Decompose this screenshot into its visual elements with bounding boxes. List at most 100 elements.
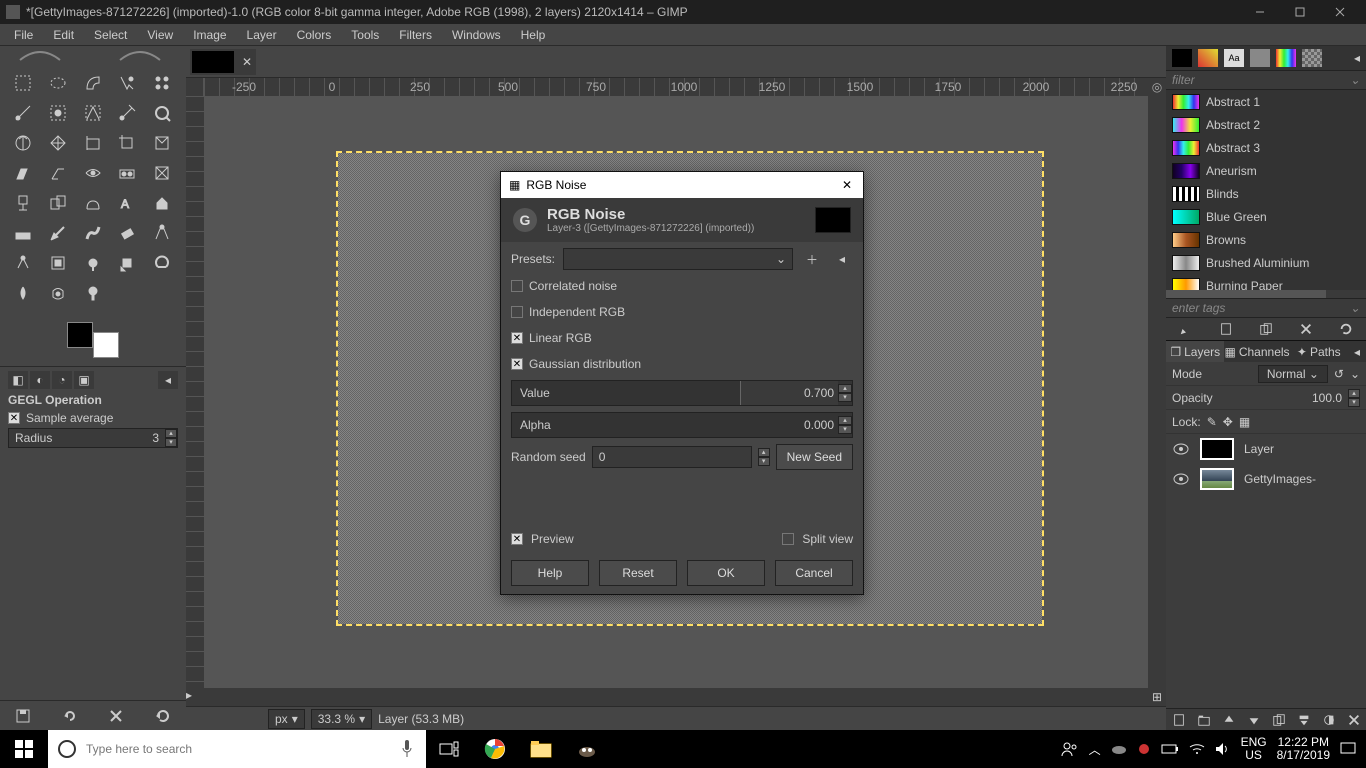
reset-button[interactable]: Reset <box>599 560 677 586</box>
menu-edit[interactable]: Edit <box>43 26 84 44</box>
clone-tool[interactable] <box>78 250 108 276</box>
flip-tool[interactable] <box>8 190 38 216</box>
navigation-icon[interactable]: ⊞ <box>1148 688 1166 706</box>
gradient-item[interactable]: Blinds <box>1166 182 1366 205</box>
vertical-scrollbar[interactable] <box>1148 96 1166 688</box>
warp-tool[interactable] <box>78 190 108 216</box>
crop-tool-tool[interactable] <box>112 130 142 156</box>
device-status-tab[interactable]: ◐ <box>30 371 50 389</box>
layer-group-icon[interactable] <box>1197 713 1211 727</box>
3d-transform-tool[interactable] <box>147 160 177 186</box>
menu-help[interactable]: Help <box>511 26 556 44</box>
mode-switch-icon[interactable]: ↺ <box>1334 367 1344 381</box>
perspective-clone-tool[interactable] <box>147 250 177 276</box>
heal-tool[interactable] <box>112 250 142 276</box>
opacity-up[interactable]: ▴ <box>1348 389 1360 398</box>
menu-windows[interactable]: Windows <box>442 26 511 44</box>
delete-gradient-icon[interactable] <box>1299 322 1313 336</box>
crop-tool[interactable] <box>78 100 108 126</box>
seed-input[interactable]: 0 <box>592 446 752 468</box>
value-slider[interactable]: Value 0.700 ▴▾ <box>511 380 853 406</box>
alpha-input[interactable]: 0.000 <box>800 413 838 437</box>
gradient-tool[interactable] <box>8 220 38 246</box>
menu-file[interactable]: File <box>4 26 43 44</box>
menu-filters[interactable]: Filters <box>389 26 442 44</box>
dialog-titlebar[interactable]: ▦ RGB Noise ✕ <box>501 172 863 198</box>
rect-select-tool[interactable] <box>8 70 38 96</box>
channels-tab[interactable]: ▦Channels <box>1224 341 1289 362</box>
alpha-up[interactable]: ▴ <box>838 416 852 425</box>
help-button[interactable]: Help <box>511 560 589 586</box>
gradient-item[interactable]: Abstract 2 <box>1166 113 1366 136</box>
people-icon[interactable] <box>1061 741 1079 757</box>
menu-layer[interactable]: Layer <box>237 26 287 44</box>
gaussian-checkbox[interactable]: ✕ <box>511 358 523 370</box>
menu-image[interactable]: Image <box>183 26 236 44</box>
save-icon[interactable] <box>15 708 31 724</box>
foreground-select-tool[interactable] <box>43 100 73 126</box>
new-layer-icon[interactable] <box>1172 713 1186 727</box>
bucket-fill-tool[interactable] <box>147 190 177 216</box>
minimize-button[interactable] <box>1240 1 1280 23</box>
by-color-select-tool[interactable] <box>147 70 177 96</box>
tool-options-tab[interactable]: ◧ <box>8 371 28 389</box>
sample-average-checkbox[interactable]: ✕ <box>8 412 20 424</box>
merge-down-icon[interactable] <box>1297 713 1311 727</box>
menu-view[interactable]: View <box>137 26 183 44</box>
ok-button[interactable]: OK <box>687 560 765 586</box>
notifications-icon[interactable] <box>1340 742 1356 756</box>
dodge-tool[interactable] <box>78 280 108 306</box>
measure-tool[interactable] <box>8 130 38 156</box>
gimp-taskbar-icon[interactable] <box>564 730 610 768</box>
color-picker-tool[interactable] <box>112 100 142 126</box>
menu-select[interactable]: Select <box>84 26 137 44</box>
paths-tab[interactable]: ✦Paths <box>1290 341 1348 362</box>
duplicate-layer-icon[interactable] <box>1272 713 1286 727</box>
duplicate-gradient-icon[interactable] <box>1259 322 1273 336</box>
fuzzy-select-tool[interactable] <box>112 70 142 96</box>
add-preset-icon[interactable]: ＋ <box>801 248 823 270</box>
gradients-tab[interactable] <box>1276 49 1296 67</box>
palettes-tab[interactable] <box>1302 49 1322 67</box>
layers-tab[interactable]: ❐Layers <box>1166 341 1224 362</box>
radius-down[interactable]: ▾ <box>165 438 177 447</box>
security-icon[interactable] <box>1137 742 1151 756</box>
lock-alpha-icon[interactable]: ▦ <box>1239 415 1250 429</box>
explorer-icon[interactable] <box>518 730 564 768</box>
maximize-button[interactable] <box>1280 1 1320 23</box>
layer-row[interactable]: GettyImages- <box>1166 464 1366 494</box>
layer-list[interactable]: Layer GettyImages- <box>1166 434 1366 708</box>
split-checkbox[interactable] <box>782 533 794 545</box>
zoom-tool[interactable] <box>147 100 177 126</box>
mask-layer-icon[interactable] <box>1322 713 1336 727</box>
gradient-item[interactable]: Brushed Aluminium <box>1166 251 1366 274</box>
images-tab[interactable]: ▣ <box>74 371 94 389</box>
canvas[interactable]: ▦ RGB Noise ✕ G RGB Noise Layer-3 ([Gett… <box>204 96 1148 688</box>
preview-checkbox[interactable]: ✕ <box>511 533 523 545</box>
preset-menu-icon[interactable]: ◂ <box>831 248 853 270</box>
fg-color[interactable] <box>67 322 93 348</box>
panel-menu-icon[interactable]: ◂ <box>1348 341 1366 362</box>
text-tool[interactable]: A <box>112 190 142 216</box>
mode-chevron-icon[interactable]: ⌄ <box>1350 367 1360 381</box>
clock[interactable]: 12:22 PM8/17/2019 <box>1277 736 1330 762</box>
mic-icon[interactable] <box>388 730 426 768</box>
gradient-item[interactable]: Burning Paper <box>1166 274 1366 290</box>
pencil-tool[interactable] <box>43 220 73 246</box>
unified-transform-tool[interactable] <box>147 130 177 156</box>
new-seed-button[interactable]: New Seed <box>776 444 853 470</box>
value-down[interactable]: ▾ <box>838 393 852 402</box>
rotate-tool[interactable] <box>8 160 38 186</box>
seed-down[interactable]: ▾ <box>758 457 770 466</box>
layer-name[interactable]: GettyImages- <box>1244 472 1316 486</box>
scale-tool[interactable] <box>43 160 73 186</box>
battery-icon[interactable] <box>1161 744 1179 754</box>
delete-layer-icon[interactable] <box>1347 713 1361 727</box>
linear-checkbox[interactable]: ✕ <box>511 332 523 344</box>
lock-pixels-icon[interactable]: ✎ <box>1207 415 1217 429</box>
close-button[interactable] <box>1320 1 1360 23</box>
layer-name[interactable]: Layer <box>1244 442 1274 456</box>
alpha-down[interactable]: ▾ <box>838 425 852 434</box>
tray-chevron-icon[interactable]: ︿ <box>1089 741 1101 758</box>
layer-up-icon[interactable] <box>1222 713 1236 727</box>
